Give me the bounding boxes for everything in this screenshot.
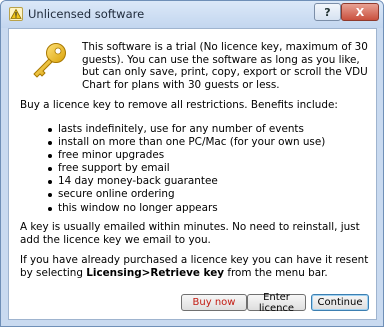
close-button[interactable]: X [341,3,379,21]
list-item: 14 day money-back guarantee [48,175,325,188]
dialog-window: Unlicensed software ? X This software is… [0,0,384,327]
list-item: secure online ordering [48,188,325,201]
list-item: free support by email [48,162,325,175]
enter-licence-button[interactable]: Enter licence [247,292,306,314]
list-item: free minor upgrades [48,149,325,162]
list-item: this window no longer appears [48,202,325,215]
list-item: install on more than one PC/Mac (for you… [48,136,325,149]
help-button[interactable]: ? [314,3,341,21]
window-title: Unlicensed software [28,7,145,21]
email-note: A key is usually emailed within minutes.… [20,221,360,246]
menu-path: Licensing>Retrieve key [86,266,225,279]
title-bar[interactable]: Unlicensed software ? X [1,1,383,28]
dialog-content: This software is a trial (No licence key… [8,28,377,320]
key-icon [33,43,66,78]
benefits-list: lasts indefinitely, use for any number o… [48,123,325,215]
continue-button[interactable]: Continue [311,294,369,311]
resend-suffix: from the menu bar. [224,266,328,279]
resend-note: If you have already purchased a licence … [20,254,370,279]
trial-description: This software is a trial (No licence key… [82,41,368,91]
list-item: lasts indefinitely, use for any number o… [48,123,325,136]
warning-icon [9,7,23,21]
buy-now-button[interactable]: Buy now [181,294,247,311]
benefits-heading: Buy a licence key to remove all restrict… [20,99,338,111]
